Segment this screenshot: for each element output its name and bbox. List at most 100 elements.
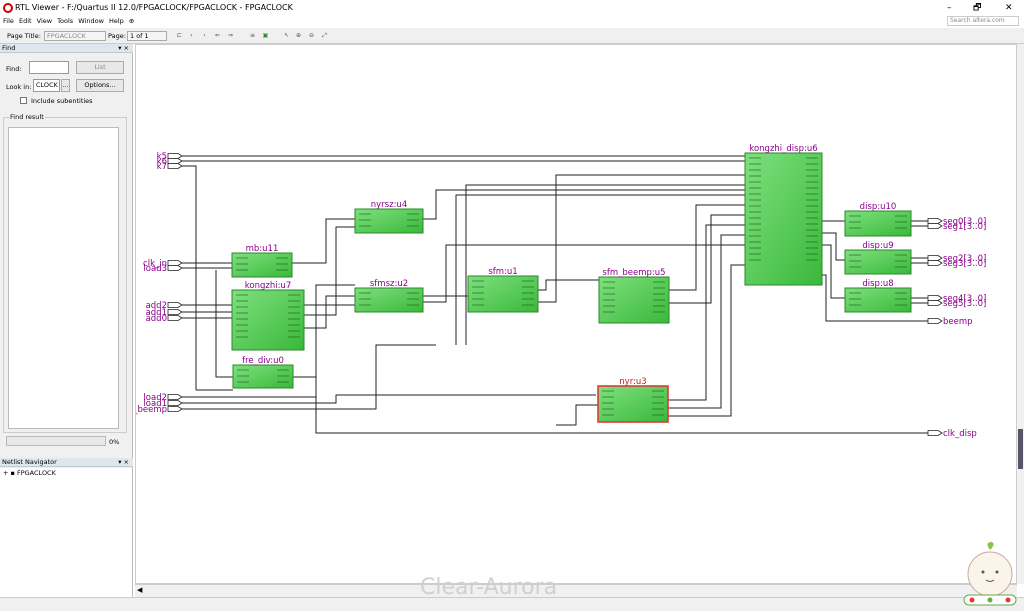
window-title: RTL Viewer - F:/Quartus II 12.0/FPGACLOC… — [15, 3, 293, 12]
block-label: sfmsz:u2 — [370, 279, 408, 289]
netlist-panel-header: Netlist Navigator ▾ × — [0, 458, 133, 467]
vertical-scroll-thumb[interactable] — [1018, 429, 1023, 469]
block-kongzhi-u7[interactable]: kongzhi:u7 — [231, 281, 305, 351]
menu-tools[interactable]: Tools — [57, 17, 73, 25]
netlist-root-label: FPGACLOCK — [16, 469, 56, 477]
netlist-panel-title: Netlist Navigator — [2, 458, 57, 466]
panel-close-icon[interactable]: ▾ × — [118, 44, 129, 53]
block-label: disp:u9 — [862, 241, 893, 251]
quartus-logo-icon — [3, 3, 13, 13]
netlist-root-item[interactable]: + ▪ FPGACLOCK — [3, 469, 56, 477]
vertical-scrollbar[interactable] — [1017, 44, 1024, 584]
left-panel: Find ▾ × Find: List Look in: CLOCK ... O… — [0, 44, 133, 611]
block-label: disp:u10 — [860, 202, 897, 212]
block-fre-div-u0[interactable]: fre_div:u0 — [232, 356, 294, 389]
toolbar: Page Title: FPGACLOCK Page: 1 of 1 ⊏ ‹ ›… — [0, 28, 1024, 44]
input-port-rl-beemp[interactable]: rl_beemp — [136, 405, 183, 415]
netlist-tree[interactable] — [0, 468, 132, 611]
page-select[interactable]: 1 of 1 — [127, 31, 167, 41]
zoom-out-icon[interactable]: ⊖ — [307, 31, 316, 40]
block-kongzhi-disp-u6[interactable]: kongzhi_disp:u6 — [744, 144, 823, 286]
find-panel-title: Find — [2, 44, 16, 52]
find-panel-header: Find ▾ × — [0, 44, 133, 53]
block-label: fre_div:u0 — [242, 356, 284, 366]
block-sfm-u1[interactable]: sfm:u1 — [467, 267, 539, 313]
block-label: mb:u11 — [246, 244, 279, 254]
menu-file[interactable]: File — [3, 17, 14, 25]
output-port-label: beemp — [943, 317, 973, 327]
page-title-field[interactable]: FPGACLOCK — [44, 31, 106, 41]
block-mb-u11[interactable]: mb:u11 — [231, 244, 293, 278]
block-label: kongzhi:u7 — [245, 281, 291, 291]
maximize-button[interactable]: 🗗 — [973, 0, 981, 16]
output-port-label: seg5[3..0] — [943, 299, 986, 309]
forward-icon[interactable]: ⇒ — [226, 31, 235, 40]
schematic-canvas[interactable]: mb:u11 kongzhi:u7 fre_div:u0 nyrsz:u4 sfmsz:… — [135, 44, 1017, 584]
block-disp-u10[interactable]: disp:u10 — [844, 202, 912, 237]
watermark-text: Clear-Aurora — [420, 575, 558, 600]
find-result-list[interactable] — [8, 127, 119, 429]
page-label: Page: — [108, 32, 126, 40]
menu-view[interactable]: View — [37, 17, 52, 25]
block-nyrsz-u4[interactable]: nyrsz:u4 — [354, 200, 424, 234]
zoom-in-icon[interactable]: ⊕ — [294, 31, 303, 40]
block-label: nyrsz:u4 — [371, 200, 407, 210]
mascot-sticker-icon — [963, 542, 1017, 606]
select-icon[interactable]: ↖ — [282, 31, 291, 40]
output-port-label: seg3[3..0] — [943, 259, 986, 269]
browse-button[interactable]: ... — [61, 79, 70, 92]
include-subentities-checkbox[interactable] — [20, 97, 27, 104]
look-in-label: Look in: — [6, 83, 32, 91]
first-page-icon[interactable]: ⊏ — [175, 31, 184, 40]
menu-help[interactable]: Help — [109, 17, 124, 25]
list-button[interactable]: List — [76, 61, 124, 74]
progress-text: 0% — [109, 438, 120, 446]
back-icon[interactable]: ⇐ — [213, 31, 222, 40]
output-port-beemp[interactable]: beemp — [916, 317, 973, 327]
menu-window[interactable]: Window — [78, 17, 104, 25]
options-button[interactable]: Options... — [76, 79, 124, 92]
block-sfm-beemp-u5[interactable]: sfm_beemp:u5 — [598, 268, 670, 324]
help-extra-icon[interactable]: ⊕ — [129, 17, 134, 25]
output-port-seg1-3-0[interactable]: seg1[3..0] — [916, 222, 986, 232]
block-label: disp:u8 — [862, 279, 893, 289]
block-nyr-u3[interactable]: nyr:u3 — [597, 377, 669, 423]
find-result-label: Find result — [9, 113, 45, 121]
close-button[interactable]: ✕ — [1005, 0, 1013, 16]
hierarchy-icon[interactable]: ≡ — [248, 31, 257, 40]
block-disp-u8[interactable]: disp:u8 — [844, 279, 912, 313]
look-in-field[interactable]: CLOCK — [33, 79, 60, 92]
find-input[interactable] — [29, 61, 69, 74]
next-page-icon[interactable]: › — [200, 31, 209, 40]
input-port-label: add0 — [146, 314, 167, 324]
input-port-add0[interactable]: add0 — [146, 314, 183, 324]
netlist-icon[interactable]: ▣ — [261, 31, 270, 40]
input-port-k7[interactable]: k7 — [157, 162, 183, 172]
input-port-label: load3 — [143, 264, 167, 274]
scroll-left-icon[interactable]: ◀ — [137, 586, 142, 594]
input-port-label: rl_beemp — [136, 405, 167, 415]
prev-page-icon[interactable]: ‹ — [187, 31, 196, 40]
input-port-load3[interactable]: load3 — [143, 264, 183, 274]
menu-bar: File Edit View Tools Window Help ⊕ — [0, 16, 1024, 27]
input-port-label: k7 — [157, 162, 167, 172]
search-input[interactable]: Search altera.com — [947, 16, 1019, 26]
output-port-clk-disp[interactable]: clk_disp — [916, 429, 977, 439]
schematic-svg[interactable]: mb:u11 kongzhi:u7 fre_div:u0 nyrsz:u4 sfmsz:… — [136, 45, 1018, 585]
block-label: sfm_beemp:u5 — [602, 268, 665, 278]
progress-bar — [6, 436, 106, 446]
minimize-button[interactable]: – — [947, 0, 952, 16]
output-port-label: seg1[3..0] — [943, 222, 986, 232]
block-label: nyr:u3 — [619, 377, 646, 387]
menu-edit[interactable]: Edit — [19, 17, 32, 25]
netlist-panel-close-icon[interactable]: ▾ × — [118, 458, 129, 467]
block-sfmsz-u2[interactable]: sfmsz:u2 — [354, 279, 424, 313]
title-bar: RTL Viewer - F:/Quartus II 12.0/FPGACLOC… — [0, 0, 1024, 16]
output-port-seg3-3-0[interactable]: seg3[3..0] — [916, 259, 986, 269]
output-port-seg5-3-0[interactable]: seg5[3..0] — [916, 299, 986, 309]
fit-icon[interactable]: ⤢ — [320, 31, 329, 40]
blocks-layer: mb:u11 kongzhi:u7 fre_div:u0 nyrsz:u4 sfmsz:… — [231, 144, 912, 423]
horizontal-scrollbar[interactable]: ◀ — [135, 584, 1017, 597]
block-disp-u9[interactable]: disp:u9 — [844, 241, 912, 275]
block-label: kongzhi_disp:u6 — [749, 144, 817, 154]
